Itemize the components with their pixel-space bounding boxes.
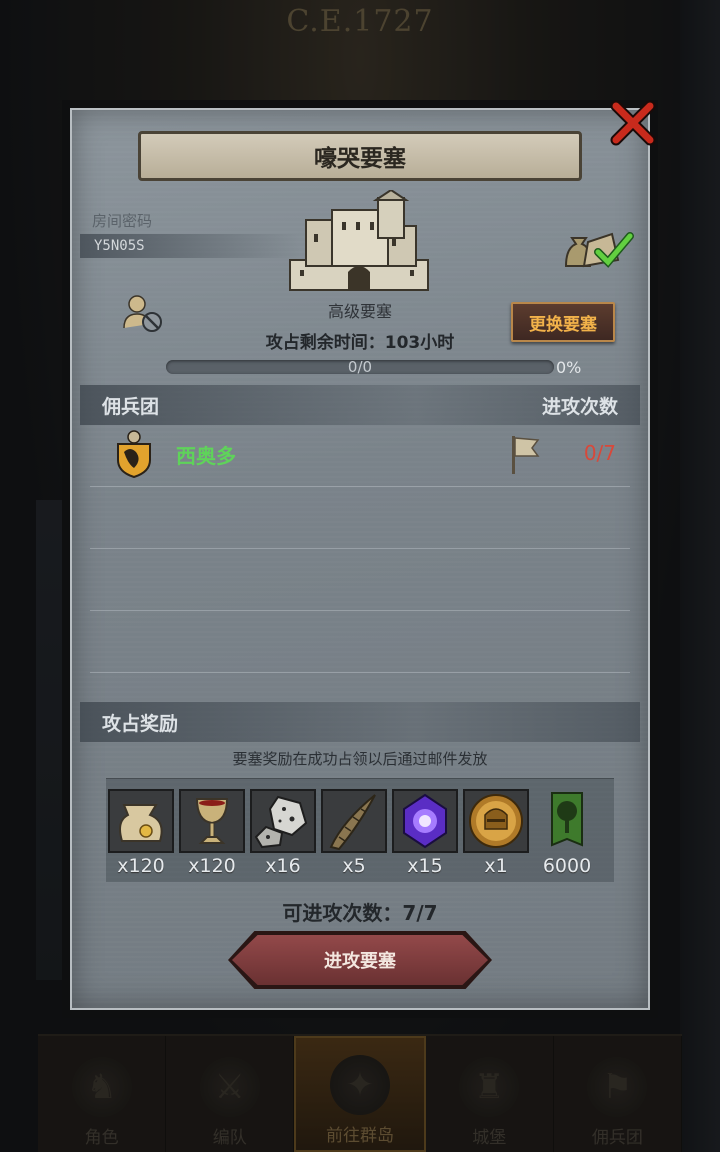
reward-item[interactable] — [392, 789, 458, 853]
reward-section-header: 攻占奖励 — [80, 702, 640, 742]
reward-quantity: x120 — [117, 855, 165, 877]
capture-time-remaining: 攻占剩余时间：103小时 — [265, 333, 455, 353]
reward-quantity: x15 — [407, 855, 443, 877]
reward-bags-checked-icon[interactable] — [562, 228, 634, 272]
reward-header-label: 攻占奖励 — [102, 712, 179, 735]
row-divider — [90, 486, 630, 487]
progress-percent: 0% — [556, 358, 582, 377]
reward-item[interactable] — [250, 789, 316, 853]
attacks-available: 可进攻次数：7/7 — [282, 901, 438, 925]
reward-quantity: x120 — [188, 855, 236, 877]
goblet-icon — [195, 798, 229, 844]
mercenary-name: 西奥多 — [176, 444, 236, 468]
helmet-medal-icon — [469, 794, 523, 848]
attack-count-header-label: 进攻次数 — [541, 395, 618, 418]
progress-count: 0/0 — [347, 358, 373, 376]
row-divider — [90, 548, 630, 549]
purple-gem-icon — [403, 793, 447, 849]
fortress-icon — [289, 190, 429, 291]
row-divider — [90, 672, 630, 673]
coin-sack-icon — [119, 804, 163, 842]
row-divider — [90, 610, 630, 611]
reward-item[interactable] — [463, 789, 529, 853]
reward-item[interactable] — [179, 789, 245, 853]
dialog-title: 嚎哭要塞 — [138, 131, 582, 181]
room-password-label: 房间密码 — [92, 212, 153, 230]
mercenary-row[interactable]: 西奥多 0/7 — [80, 424, 640, 484]
mercenary-emblem-icon — [117, 430, 151, 478]
mercenary-section-header: 佣兵团 进攻次数 — [80, 385, 640, 425]
horn-icon — [329, 794, 376, 851]
ore-stone-icon — [254, 795, 308, 849]
flag-icon — [512, 436, 540, 474]
reward-quantity: x5 — [342, 855, 366, 877]
tree-banner-icon — [551, 792, 583, 847]
close-button[interactable] — [610, 98, 656, 148]
close-icon — [610, 100, 656, 146]
reward-note: 要塞奖励在成功占领以后通过邮件发放 — [232, 750, 488, 768]
mercenary-header-label: 佣兵团 — [102, 395, 160, 418]
room-password-value: Y5N05S — [80, 234, 300, 258]
reward-quantity: x1 — [484, 855, 508, 877]
reward-quantity: x16 — [265, 855, 301, 877]
mercenary-attack-count: 0/7 — [583, 441, 616, 465]
reward-item[interactable] — [534, 789, 600, 853]
reward-list: x120 x120 x16 x5 x15 x1 6000 — [106, 778, 614, 882]
reward-item[interactable] — [108, 789, 174, 853]
attack-fortress-button[interactable]: 进攻要塞 — [232, 935, 488, 985]
reward-quantity: 6000 — [542, 855, 592, 877]
reward-item[interactable] — [321, 789, 387, 853]
